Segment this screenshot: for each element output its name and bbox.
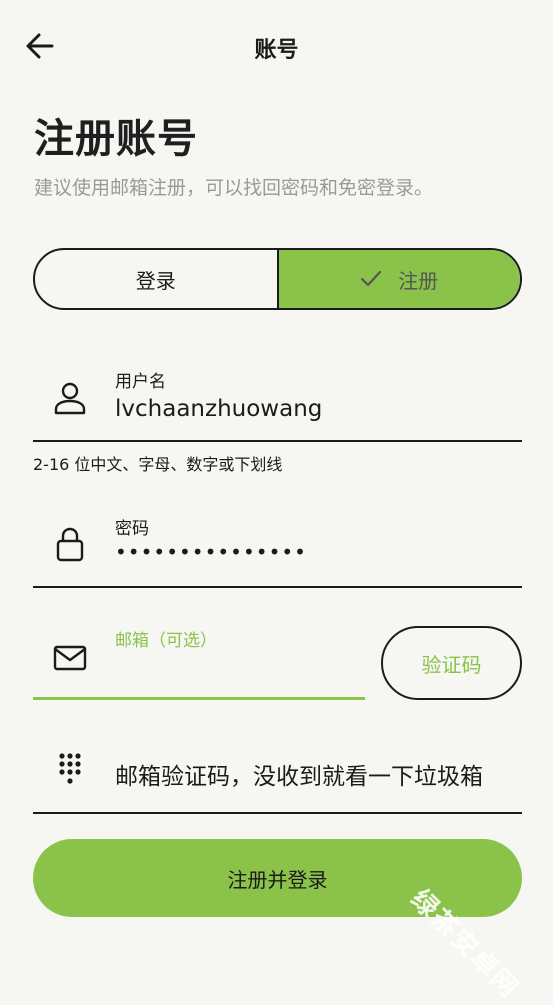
email-label: 邮箱（可选） (115, 631, 217, 651)
submit-label: 注册并登录 (227, 867, 328, 892)
username-label: 用户名 (115, 372, 166, 392)
code-underline (33, 812, 522, 814)
register-subtitle: 建议使用邮箱注册，可以找回密码和免密登录。 (34, 177, 434, 199)
password-underline (33, 586, 522, 588)
send-verification-code-button[interactable]: 验证码 (381, 626, 522, 700)
verify-button-label: 验证码 (421, 652, 482, 677)
login-register-toggle: 登录 注册 (33, 248, 522, 310)
verification-code-input[interactable]: 邮箱验证码，没收到就看一下垃圾箱 (115, 757, 483, 791)
lock-icon (52, 526, 88, 562)
person-icon (52, 380, 88, 416)
tab-login-label: 登录 (135, 268, 176, 293)
email-underline (33, 697, 365, 700)
tab-register-label: 注册 (398, 268, 439, 293)
password-input[interactable]: ••••••••••••••• (115, 540, 307, 564)
username-hint: 2-16 位中文、字母、数字或下划线 (33, 455, 283, 474)
dialpad-icon (52, 752, 88, 788)
password-label: 密码 (115, 519, 149, 539)
check-icon (360, 268, 382, 290)
email-input[interactable] (115, 656, 355, 686)
page-title: 账号 (254, 38, 299, 63)
tab-login[interactable]: 登录 (35, 250, 279, 308)
username-underline (33, 440, 522, 442)
mail-icon (52, 640, 88, 676)
tab-register[interactable]: 注册 (278, 250, 520, 308)
register-heading: 注册账号 (34, 116, 198, 162)
username-input[interactable]: lvchaanzhuowang (115, 396, 515, 422)
